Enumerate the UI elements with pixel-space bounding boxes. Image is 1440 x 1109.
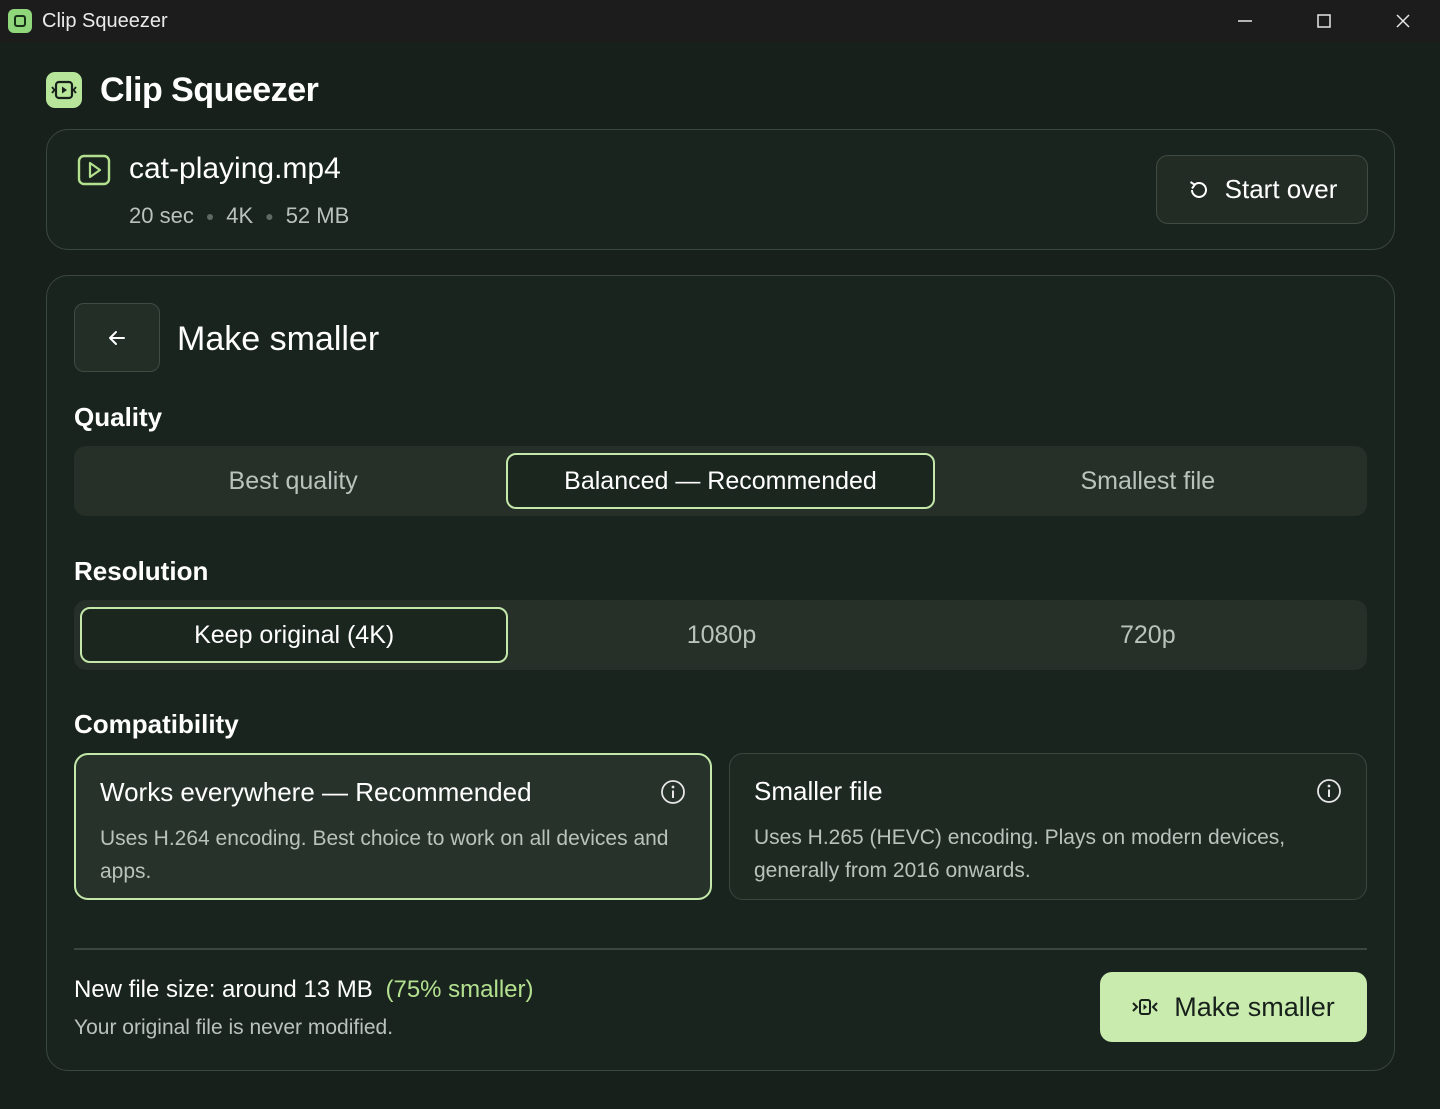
minimize-button[interactable]: [1206, 0, 1284, 42]
quality-selector: Best quality Balanced — Recommended Smal…: [74, 446, 1367, 516]
video-play-icon: [77, 154, 111, 186]
compat-option-desc: Uses H.264 encoding. Best choice to work…: [100, 827, 669, 883]
quality-option-smallest[interactable]: Smallest file: [935, 453, 1361, 509]
restart-icon: [1189, 180, 1207, 198]
file-card: cat-playing.mp4 20 sec ● 4K ● 52 MB Star…: [46, 129, 1395, 250]
info-icon[interactable]: [1316, 778, 1342, 804]
brand-name: Clip Squeezer: [100, 70, 319, 109]
compat-option-smaller[interactable]: Smaller file Uses H.265 (HEVC) encoding.…: [729, 753, 1367, 900]
resolution-option-1080p[interactable]: 1080p: [508, 607, 934, 663]
compat-option-desc: Uses H.265 (HEVC) encoding. Plays on mod…: [754, 826, 1286, 882]
settings-panel: Make smaller Quality Best quality Balanc…: [46, 275, 1395, 1071]
app-logo-icon: [46, 72, 82, 108]
close-icon: [1396, 14, 1410, 28]
compat-option-everywhere[interactable]: Works everywhere — Recommended Uses H.26…: [74, 753, 712, 900]
app-logo-icon: [8, 9, 32, 33]
file-size: 52 MB: [285, 203, 350, 228]
maximize-button[interactable]: [1285, 0, 1363, 42]
make-smaller-button[interactable]: Make smaller: [1100, 972, 1367, 1042]
new-size-summary: New file size: around 13 MB (75% smaller…: [74, 976, 534, 1004]
original-note: Your original file is never modified.: [74, 1016, 394, 1039]
resolution-option-720p[interactable]: 720p: [935, 607, 1361, 663]
compat-option-title: Smaller file: [754, 776, 883, 806]
compress-icon: [1132, 999, 1158, 1015]
back-button[interactable]: [74, 303, 160, 372]
title-bar: Clip Squeezer: [0, 0, 1440, 42]
maximize-icon: [1317, 14, 1331, 28]
separator-dot: ●: [205, 208, 215, 224]
panel-title: Make smaller: [177, 320, 380, 358]
brand-header: Clip Squeezer: [46, 70, 319, 110]
new-size-text: New file size: around 13 MB: [74, 976, 373, 1003]
make-smaller-label: Make smaller: [1174, 991, 1335, 1022]
arrow-left-icon: [109, 330, 125, 345]
resolution-selector: Keep original (4K) 1080p 720p: [74, 600, 1367, 670]
quality-option-balanced[interactable]: Balanced — Recommended: [506, 453, 935, 509]
window-title: Clip Squeezer: [42, 10, 168, 32]
file-name: cat-playing.mp4: [129, 152, 341, 185]
separator-dot: ●: [265, 208, 274, 224]
divider: [74, 948, 1367, 950]
file-resolution: 4K: [226, 203, 254, 228]
close-button[interactable]: [1364, 0, 1440, 42]
info-icon[interactable]: [660, 779, 686, 805]
start-over-label: Start over: [1224, 174, 1338, 204]
quality-option-best[interactable]: Best quality: [80, 453, 506, 509]
resolution-option-original[interactable]: Keep original (4K): [80, 607, 509, 663]
compatibility-label: Compatibility: [74, 709, 239, 739]
compat-option-title: Works everywhere — Recommended: [100, 777, 532, 807]
minimize-icon: [1238, 20, 1252, 22]
file-duration: 20 sec: [129, 203, 194, 228]
resolution-label: Resolution: [74, 556, 209, 586]
start-over-button[interactable]: Start over: [1156, 155, 1368, 224]
quality-label: Quality: [74, 402, 163, 432]
reduction-badge: (75% smaller): [385, 976, 534, 1003]
file-meta: 20 sec ● 4K ● 52 MB: [129, 203, 349, 229]
